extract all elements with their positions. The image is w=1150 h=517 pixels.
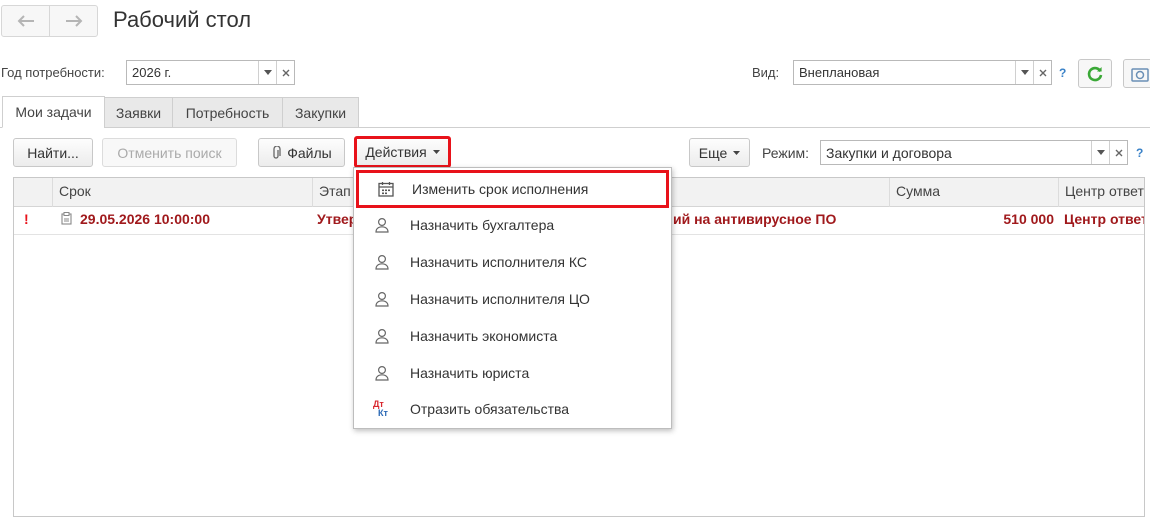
- mode-clear-button[interactable]: [1109, 141, 1127, 164]
- person-icon: [375, 328, 389, 344]
- year-dropdown-button[interactable]: [258, 61, 276, 84]
- more-label: Еще: [698, 144, 728, 161]
- tab-my-tasks[interactable]: Мои задачи: [2, 96, 105, 128]
- menu-item-assign-economist[interactable]: Назначить экономиста: [354, 318, 671, 354]
- column-header-stage[interactable]: Этап: [312, 178, 354, 207]
- menu-item-assign-accountant[interactable]: Назначить бухгалтера: [354, 207, 671, 243]
- menu-item-assign-lawyer[interactable]: Назначить юриста: [354, 355, 671, 391]
- person-icon: [375, 365, 389, 381]
- menu-item-label: Назначить исполнителя КС: [410, 254, 588, 270]
- column-header-amount[interactable]: Сумма: [889, 178, 1060, 207]
- row-subject[interactable]: ий на антивирусное ПО: [673, 211, 836, 227]
- year-label: Год потребности:: [1, 65, 105, 80]
- person-icon: [375, 291, 389, 307]
- files-button[interactable]: Файлы: [258, 138, 345, 167]
- mode-value[interactable]: Закупки и договора: [821, 141, 1091, 164]
- chevron-down-icon: [1096, 150, 1105, 155]
- chevron-down-icon: [733, 150, 741, 155]
- close-icon: [1115, 149, 1122, 156]
- menu-item-reflect-obligations[interactable]: Дт Кт Отразить обязательства: [354, 391, 671, 427]
- mode-field[interactable]: Закупки и договора: [820, 140, 1128, 165]
- year-clear-button[interactable]: [276, 61, 294, 84]
- chevron-down-icon: [1020, 70, 1029, 75]
- screenshot-button[interactable]: [1123, 59, 1150, 88]
- row-center[interactable]: Центр ответственности: [1064, 211, 1144, 227]
- cancel-search-button[interactable]: Отменить поиск: [102, 138, 237, 167]
- tab-demand[interactable]: Потребность: [172, 97, 283, 128]
- chevron-down-icon: [432, 150, 440, 154]
- forward-button[interactable]: [49, 6, 97, 36]
- files-label: Файлы: [287, 144, 332, 161]
- menu-item-label: Назначить бухгалтера: [410, 217, 555, 233]
- column-header-center[interactable]: Центр ответственности: [1058, 178, 1144, 207]
- kind-field[interactable]: Внеплановая: [793, 60, 1052, 85]
- tab-requests[interactable]: Заявки: [104, 97, 173, 128]
- row-stage[interactable]: Утвер: [317, 211, 354, 227]
- menu-item-label: Изменить срок исполнения: [412, 181, 589, 197]
- row-amount[interactable]: 510 000: [960, 211, 1054, 227]
- menu-item-label: Назначить исполнителя ЦО: [410, 291, 590, 307]
- kind-value[interactable]: Внеплановая: [794, 61, 1015, 84]
- paperclip-icon: [273, 145, 281, 159]
- more-button[interactable]: Еще: [689, 138, 750, 167]
- menu-item-label: Назначить экономиста: [410, 328, 558, 344]
- kt-label: Кт: [378, 408, 388, 418]
- menu-item-label: Отразить обязательства: [410, 401, 570, 417]
- column-header-deadline[interactable]: Срок: [52, 178, 314, 207]
- refresh-button[interactable]: [1078, 59, 1112, 88]
- person-icon: [375, 254, 389, 270]
- refresh-icon: [1087, 66, 1103, 81]
- menu-item-label: Назначить юриста: [410, 365, 530, 381]
- mode-dropdown-button[interactable]: [1091, 141, 1109, 164]
- kind-label: Вид:: [752, 65, 780, 80]
- actions-label: Действия: [365, 144, 427, 160]
- menu-item-assign-ks-executor[interactable]: Назначить исполнителя КС: [354, 244, 671, 280]
- mode-help-link[interactable]: ?: [1136, 146, 1143, 160]
- year-field[interactable]: 2026 г.: [126, 60, 295, 85]
- kind-clear-button[interactable]: [1033, 61, 1051, 84]
- tab-purchases[interactable]: Закупки: [282, 97, 359, 128]
- actions-button[interactable]: Действия: [354, 136, 451, 168]
- year-value[interactable]: 2026 г.: [127, 61, 258, 84]
- menu-item-change-deadline[interactable]: Изменить срок исполнения: [356, 170, 669, 208]
- menu-item-assign-co-executor[interactable]: Назначить исполнителя ЦО: [354, 281, 671, 317]
- person-icon: [375, 217, 389, 233]
- arrow-left-icon: [17, 15, 34, 27]
- find-button[interactable]: Найти...: [13, 138, 93, 167]
- row-deadline[interactable]: 29.05.2026 10:00:00: [80, 211, 210, 227]
- mode-label: Режим:: [762, 145, 810, 161]
- camera-icon: [1131, 67, 1149, 82]
- find-label: Найти...: [27, 144, 79, 161]
- close-icon: [1039, 69, 1046, 76]
- arrow-right-icon: [65, 15, 82, 27]
- document-icon: [61, 212, 72, 228]
- page-title: Рабочий стол: [113, 7, 252, 32]
- kind-dropdown-button[interactable]: [1015, 61, 1033, 84]
- calendar-icon: [377, 182, 394, 197]
- actions-menu: Изменить срок исполнения Назначить бухга…: [353, 167, 672, 429]
- back-button[interactable]: [2, 6, 49, 36]
- kind-help-link[interactable]: ?: [1059, 66, 1066, 80]
- navigation-buttons: [1, 5, 98, 37]
- important-flag: !: [24, 211, 29, 227]
- chevron-down-icon: [263, 70, 272, 75]
- dt-kt-icon: Дт Кт: [373, 400, 391, 418]
- close-icon: [282, 69, 289, 76]
- cancel-search-label: Отменить поиск: [117, 144, 222, 161]
